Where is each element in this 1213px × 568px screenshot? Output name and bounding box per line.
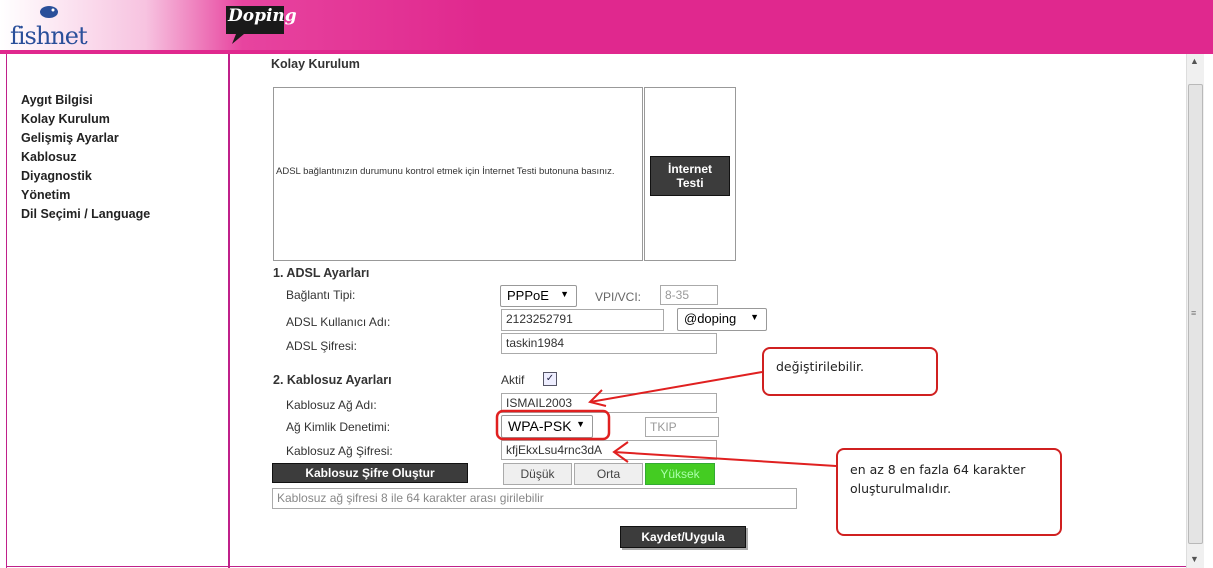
adsl-username-input[interactable]: 2123252791: [501, 309, 664, 331]
save-apply-button[interactable]: Kaydet/Uygula: [620, 526, 746, 548]
sidebar-item-language[interactable]: Dil Seçimi / Language: [21, 205, 221, 224]
generate-key-button[interactable]: Kablosuz Şifre Oluştur: [272, 463, 468, 483]
fish-logo-icon: [40, 6, 58, 18]
auth-label: Ağ Kimlik Denetimi:: [286, 420, 391, 434]
vpi-vci-label: VPI/VCI:: [595, 290, 642, 304]
domain-value: @doping: [684, 311, 737, 326]
sidebar-item-kablosuz[interactable]: Kablosuz: [21, 148, 221, 167]
adsl-password-input[interactable]: taskin1984: [501, 333, 717, 354]
page-title: Kolay Kurulum: [271, 57, 360, 71]
internet-test-button[interactable]: İnternet Testi: [650, 156, 730, 196]
sidebar-item-kolay-kurulum[interactable]: Kolay Kurulum: [21, 110, 221, 129]
ssid-label: Kablosuz Ağ Adı:: [286, 398, 377, 412]
adsl-username-label: ADSL Kullanıcı Adı:: [286, 315, 391, 329]
internet-test-button-label: Testi: [676, 176, 704, 190]
annotation-callout: en az 8 en fazla 64 karakter oluşturulma…: [836, 448, 1062, 536]
internet-test-description: ADSL bağlantınızın durumunu kontrol etme…: [276, 166, 615, 177]
connection-type-label: Bağlantı Tipi:: [286, 288, 356, 302]
auth-highlight-box: [495, 409, 611, 441]
brand-badge: Doping: [228, 6, 297, 26]
wireless-key-label: Kablosuz Ağ Şifresi:: [286, 444, 393, 458]
scroll-up-icon[interactable]: ▲: [1190, 56, 1199, 66]
sidebar-divider: [228, 54, 230, 568]
annotation-arrows: [495, 371, 837, 467]
annotation-arrow: [613, 451, 837, 467]
internet-test-button-label: İnternet: [667, 162, 712, 176]
scroll-down-icon[interactable]: ▼: [1190, 554, 1199, 564]
header-divider: [0, 50, 1213, 54]
sidebar-item-diyagnostik[interactable]: Diyagnostik: [21, 167, 221, 186]
sidebar-item-gelismis-ayarlar[interactable]: Gelişmiş Ayarlar: [21, 129, 221, 148]
sidebar-item-aygit-bilgisi[interactable]: Aygıt Bilgisi: [21, 91, 221, 110]
scroll-grip-icon: ≡: [1191, 308, 1197, 318]
frame-border: [6, 566, 1186, 567]
adsl-password-label: ADSL Şifresi:: [286, 339, 357, 353]
vpi-vci-input[interactable]: 8-35: [660, 285, 718, 305]
connection-type-value: PPPoE: [507, 288, 549, 303]
wireless-section-header: 2. Kablosuz Ayarları: [273, 373, 392, 387]
annotation-arrow: [589, 371, 763, 403]
header-banner: [0, 0, 1213, 50]
chevron-down-icon: ▼: [560, 289, 569, 299]
adsl-section-header: 1. ADSL Ayarları: [273, 266, 370, 280]
sidebar-nav: Aygıt Bilgisi Kolay Kurulum Gelişmiş Aya…: [21, 91, 221, 224]
logo[interactable]: fishnet: [10, 22, 88, 50]
domain-select[interactable]: @doping ▼: [677, 308, 767, 331]
frame-border: [6, 54, 7, 568]
arrow-head-icon: [588, 389, 607, 407]
chevron-down-icon: ▼: [750, 312, 759, 322]
sidebar-item-yonetim[interactable]: Yönetim: [21, 186, 221, 205]
connection-type-select[interactable]: PPPoE ▼: [500, 285, 577, 307]
wireless-key-hint: Kablosuz ağ şifresi 8 ile 64 karakter ar…: [272, 488, 797, 509]
